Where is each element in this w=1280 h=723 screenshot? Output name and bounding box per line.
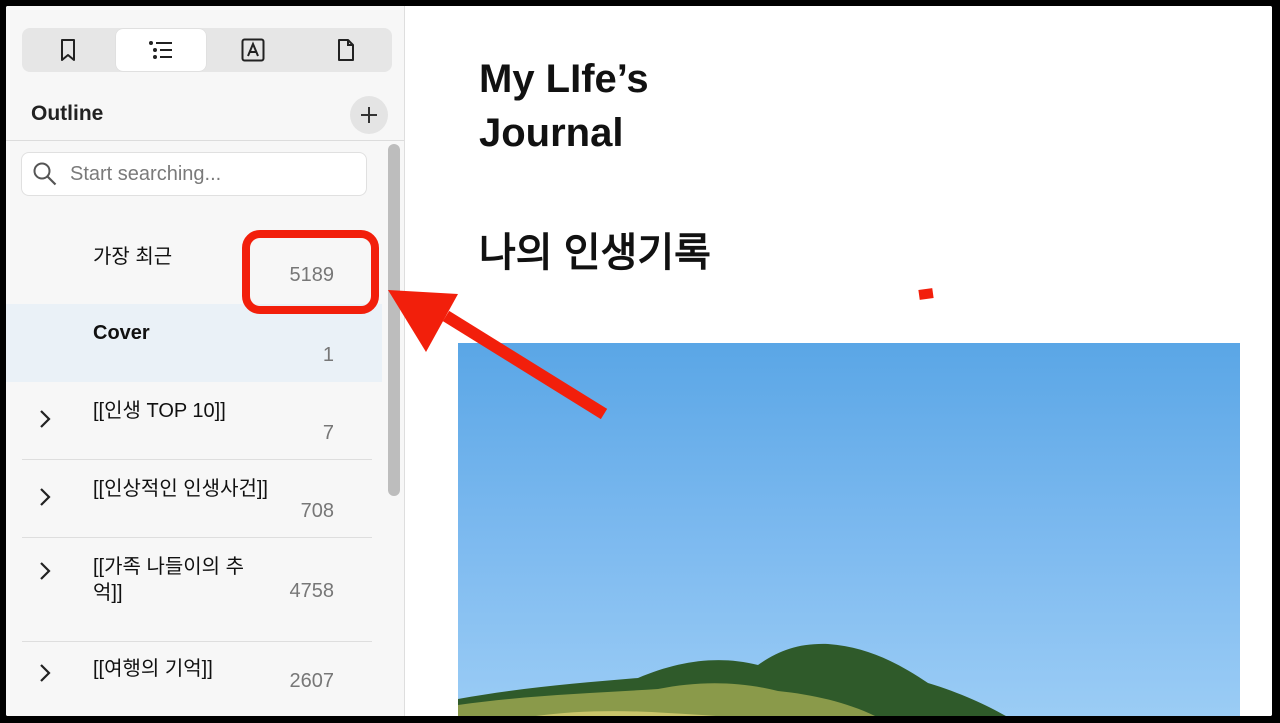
outline-item-events[interactable]: [[인상적인 인생사건]] 708 (6, 460, 382, 538)
outline-item-title: [[여행의 기억]] (93, 658, 213, 680)
tab-bookmarks[interactable] (23, 29, 114, 71)
page-icon (337, 39, 354, 61)
outline-item-title: [[가족 나들이의 추억]] (93, 556, 245, 604)
document-subtitle: 나의 인생기록 (479, 231, 711, 275)
search-icon (32, 161, 60, 187)
app-window: Outline 가장 최근 5189 Cover 1 [[인생 TOP 10]] (6, 6, 1272, 716)
outline-item-top10[interactable]: [[인생 TOP 10]] 7 (6, 382, 382, 460)
annotation-arrow (388, 290, 608, 420)
outline-item-title: Cover (93, 322, 150, 344)
outline-item-family-trips[interactable]: [[가족 나들이의 추억]] 4758 (6, 538, 382, 642)
annotation-mark (918, 288, 934, 300)
tab-outline[interactable] (115, 29, 206, 71)
annotation-highlight-box (242, 230, 379, 314)
text-box-icon (241, 38, 265, 62)
chevron-right-icon[interactable] (38, 560, 52, 587)
plus-icon (361, 107, 377, 123)
sidebar-tab-bar (22, 28, 392, 72)
outline-item-count: 7 (322, 422, 334, 444)
bookmark-icon (61, 39, 76, 61)
add-outline-button[interactable] (350, 96, 388, 134)
chevron-right-icon[interactable] (38, 486, 52, 513)
search-input[interactable] (68, 161, 352, 187)
outline-item-cover[interactable]: Cover 1 (6, 304, 382, 382)
outline-item-travel[interactable]: [[여행의 기억]] 2607 (6, 642, 382, 716)
outline-item-count: 2607 (289, 670, 335, 692)
outline-item-title: [[인생 TOP 10]] (93, 400, 226, 422)
tab-pages[interactable] (301, 29, 392, 71)
outline-item-count: 1 (322, 344, 334, 366)
chevron-right-icon[interactable] (38, 408, 52, 435)
outline-list-icon (148, 41, 172, 59)
outline-item-title: [[인상적인 인생사건]] (93, 478, 268, 500)
outline-item-count: 4758 (289, 580, 335, 602)
outline-item-count: 708 (300, 500, 334, 522)
outline-search-box[interactable] (21, 152, 367, 196)
header-divider (6, 140, 404, 141)
outline-heading: Outline (31, 102, 104, 125)
sidebar: Outline 가장 최근 5189 Cover 1 [[인생 TOP 10]] (6, 6, 405, 716)
chevron-right-icon[interactable] (38, 662, 52, 689)
document-title: My LIfe’s Journal (479, 57, 649, 155)
tab-text-boxes[interactable] (208, 29, 299, 71)
